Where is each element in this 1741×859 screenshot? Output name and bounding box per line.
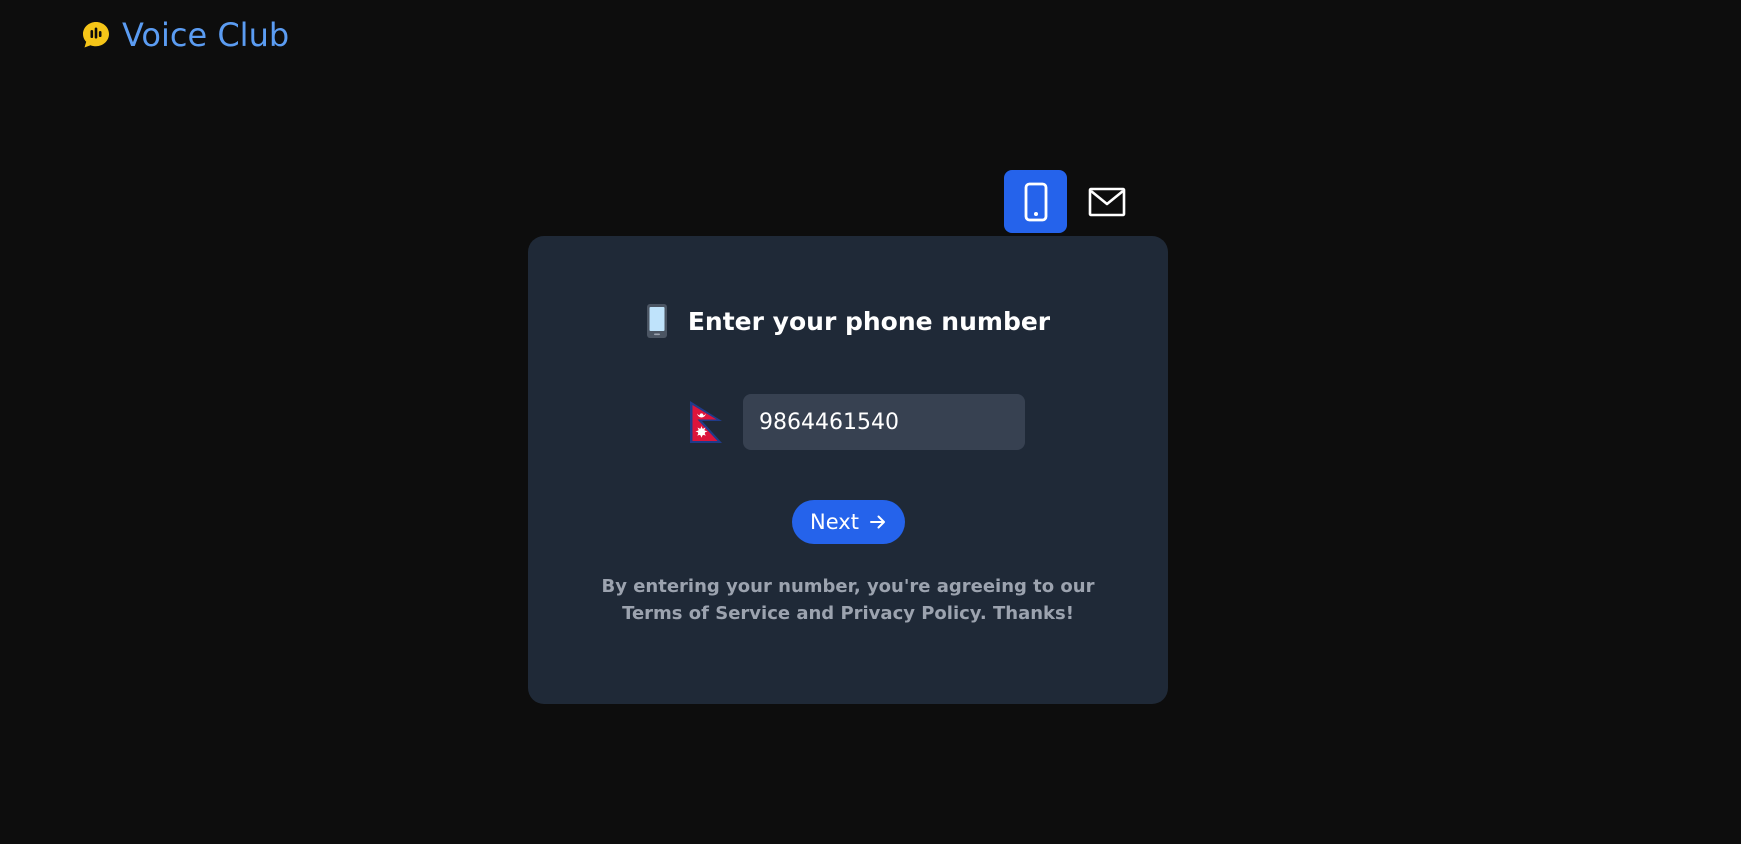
next-button-label: Next: [810, 510, 859, 534]
speech-bubble-audio-icon: [83, 22, 109, 48]
app-background: Voice Club Enter your phone number 98644…: [0, 0, 1741, 844]
next-button[interactable]: Next: [792, 500, 905, 544]
mail-icon: [1088, 187, 1125, 216]
card-heading: Enter your phone number: [528, 304, 1168, 338]
phone-input-row: [688, 394, 1025, 450]
brand-logo[interactable]: Voice Club: [80, 14, 289, 56]
tab-phone[interactable]: [1004, 170, 1067, 233]
tab-email[interactable]: [1075, 170, 1138, 233]
login-card: Enter your phone number Next By entering…: [528, 236, 1168, 704]
mobile-phone-icon: [646, 304, 667, 338]
phone-number-input[interactable]: [743, 394, 1025, 450]
login-method-tabs: [1004, 170, 1138, 233]
terms-text: By entering your number, you're agreeing…: [601, 576, 1095, 624]
phone-icon: [1024, 182, 1047, 221]
arrow-right-icon: [869, 515, 885, 529]
brand-name: Voice Club: [122, 16, 290, 54]
heading-text: Enter your phone number: [687, 306, 1051, 336]
nepal-flag-icon[interactable]: [688, 399, 726, 445]
